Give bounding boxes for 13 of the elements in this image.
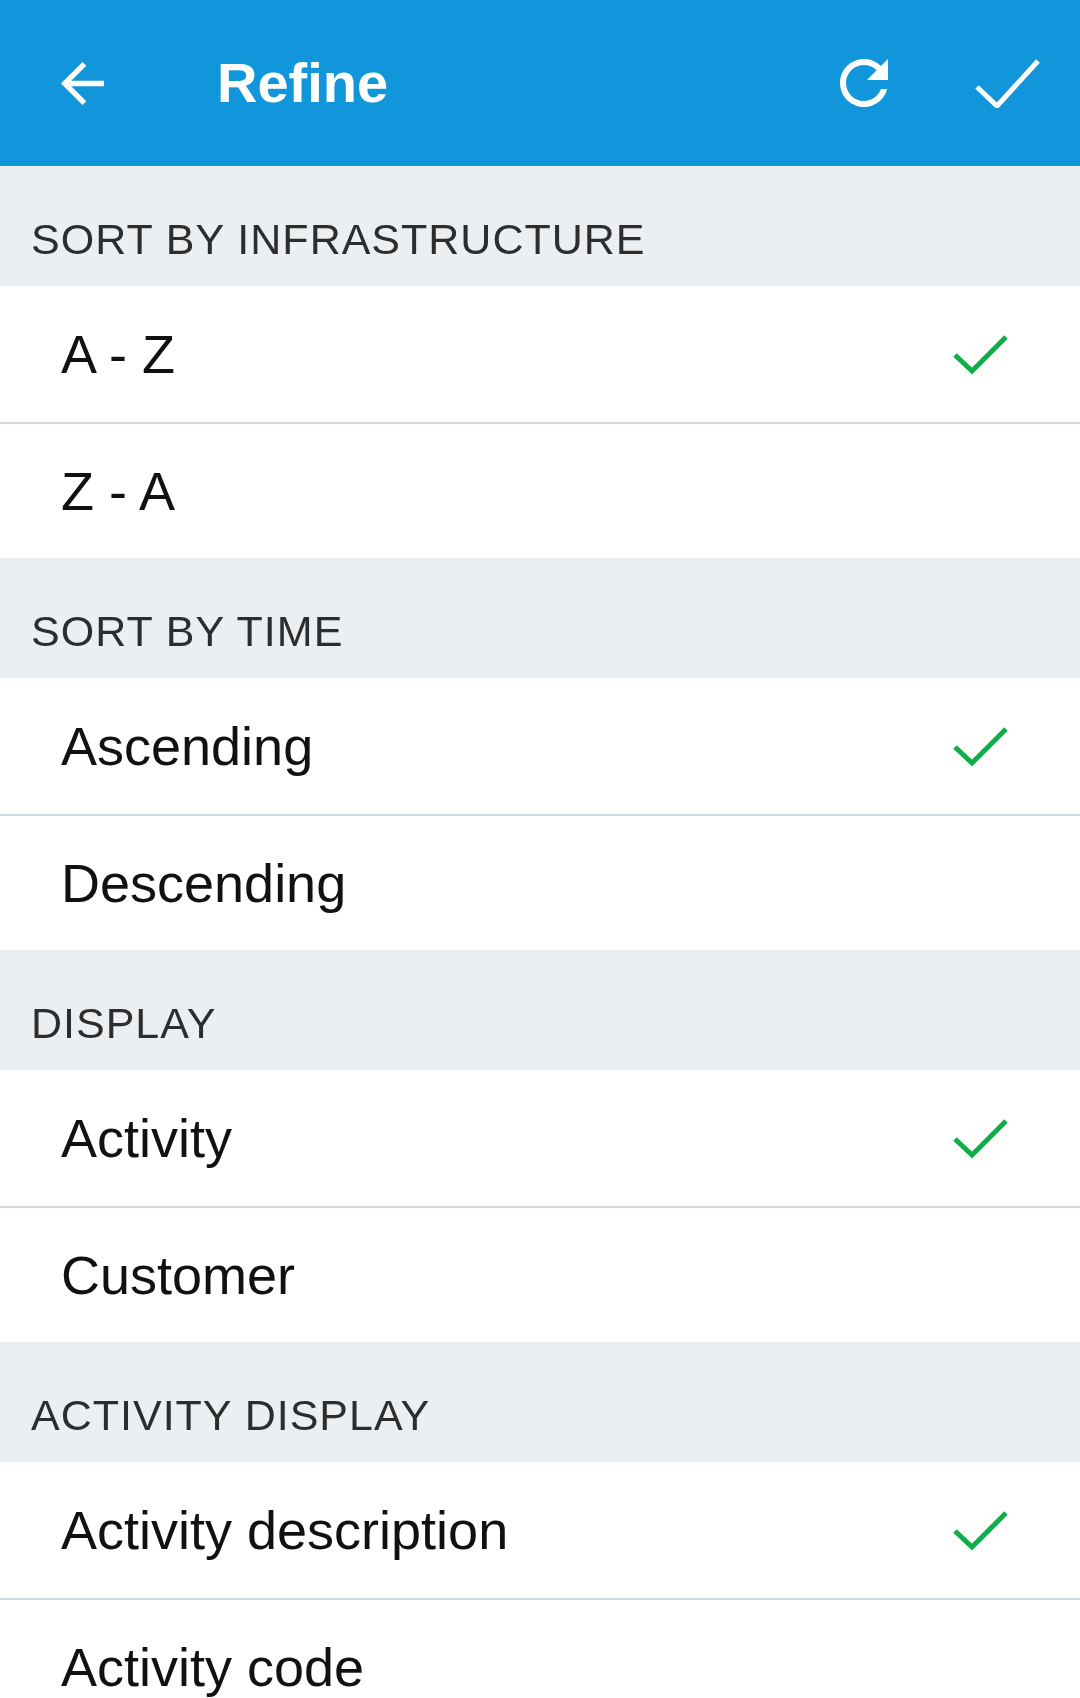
checkmark-icon	[953, 334, 1008, 374]
back-arrow-icon[interactable]	[60, 61, 105, 105]
screen-title: Refine	[217, 52, 389, 114]
section-header: SORT BY TIME	[0, 558, 1080, 678]
refresh-icon[interactable]	[840, 59, 888, 107]
section-header: ACTIVITY DISPLAY	[0, 1342, 1080, 1462]
checkmark-icon[interactable]	[975, 58, 1040, 108]
section-header: DISPLAY	[0, 950, 1080, 1070]
checkmark-icon	[953, 1510, 1008, 1550]
checkmark-icon	[953, 726, 1008, 766]
section-header: SORT BY INFRASTRUCTURE	[0, 166, 1080, 286]
checkmark-icon	[953, 1118, 1008, 1158]
list-option[interactable]: Activity code	[0, 1598, 1080, 1698]
